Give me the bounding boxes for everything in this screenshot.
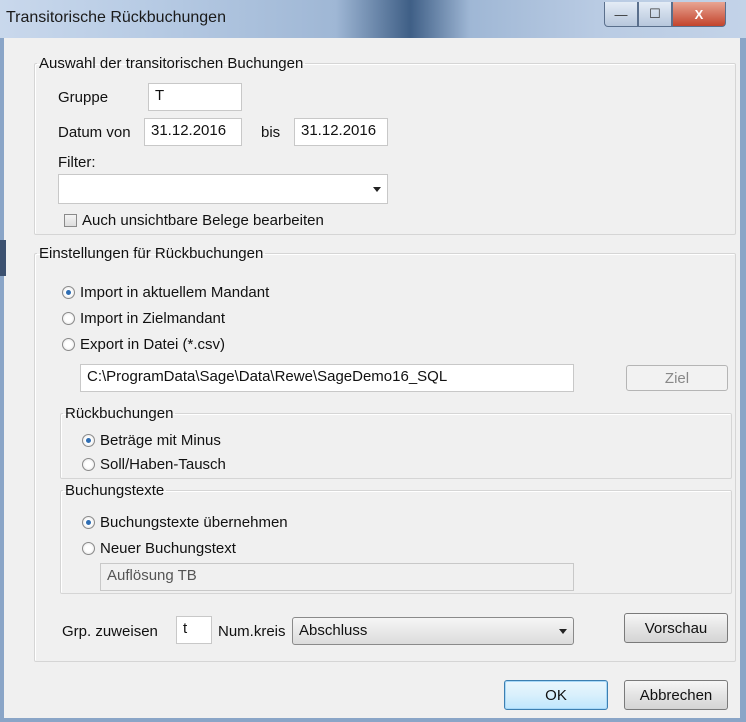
- radio-soll-haben-tausch[interactable]: Soll/Haben-Tausch: [82, 456, 226, 473]
- radio-export-datei[interactable]: Export in Datei (*.csv): [62, 336, 225, 353]
- datum-bis-input[interactable]: 31.12.2016: [294, 118, 388, 146]
- radio-neuer-buchungstext[interactable]: Neuer Buchungstext: [82, 540, 236, 557]
- bis-label: bis: [261, 124, 281, 141]
- unsichtbar-label: Auch unsichtbare Belege bearbeiten: [82, 212, 324, 229]
- filter-label: Filter:: [58, 154, 96, 171]
- datum-von-label: Datum von: [58, 124, 131, 141]
- radio-import-ziel[interactable]: Import in Zielmandant: [62, 310, 225, 327]
- radio-icon[interactable]: [62, 312, 75, 325]
- numkreis-label: Num.kreis: [218, 623, 286, 640]
- rueckbuchungen-legend: Rückbuchungen: [65, 405, 174, 422]
- export-path-input[interactable]: C:\ProgramData\Sage\Data\Rewe\SageDemo16…: [80, 364, 574, 392]
- radio-icon[interactable]: [82, 434, 95, 447]
- dialog-window: Transitorische Rückbuchungen — ☐ X Auswa…: [0, 0, 746, 722]
- radio-import-aktuell[interactable]: Import in aktuellem Mandant: [62, 284, 269, 301]
- radio-label: Buchungstexte übernehmen: [100, 514, 288, 531]
- radio-label: Beträge mit Minus: [100, 432, 221, 449]
- chevron-down-icon: [559, 629, 567, 634]
- window-edge-highlight: [0, 240, 6, 276]
- minimize-button[interactable]: —: [604, 2, 638, 27]
- radio-label: Export in Datei (*.csv): [80, 336, 226, 353]
- einstellungen-legend: Einstellungen für Rückbuchungen: [39, 245, 264, 262]
- window-title: Transitorische Rückbuchungen: [6, 9, 226, 26]
- buchungstexte-legend: Buchungstexte: [65, 482, 165, 499]
- vorschau-button[interactable]: Vorschau: [624, 613, 728, 643]
- gruppe-input[interactable]: T: [148, 83, 242, 111]
- numkreis-dropdown[interactable]: Abschluss: [292, 617, 574, 645]
- radio-label: Import in aktuellem Mandant: [80, 284, 270, 301]
- chevron-down-icon: [373, 187, 381, 192]
- grp-zuweisen-label: Grp. zuweisen: [62, 623, 158, 640]
- radio-label: Soll/Haben-Tausch: [100, 456, 226, 473]
- filter-dropdown[interactable]: [58, 174, 388, 204]
- gruppe-label: Gruppe: [58, 89, 109, 106]
- radio-buchungstexte-uebernehmen[interactable]: Buchungstexte übernehmen: [82, 514, 288, 531]
- close-button[interactable]: X: [672, 2, 726, 27]
- buchungstext-input[interactable]: Auflösung TB: [100, 563, 574, 591]
- title-bar[interactable]: Transitorische Rückbuchungen — ☐ X: [0, 0, 746, 38]
- radio-icon[interactable]: [82, 516, 95, 529]
- numkreis-value: Abschluss: [299, 622, 368, 639]
- cancel-button[interactable]: Abbrechen: [624, 680, 728, 710]
- ok-button[interactable]: OK: [504, 680, 608, 710]
- radio-icon[interactable]: [62, 286, 75, 299]
- close-icon: X: [694, 6, 704, 22]
- maximize-icon: ☐: [649, 6, 661, 21]
- ziel-button[interactable]: Ziel: [626, 365, 728, 391]
- maximize-button[interactable]: ☐: [638, 2, 672, 27]
- radio-label: Import in Zielmandant: [80, 310, 226, 327]
- auswahl-legend: Auswahl der transitorischen Buchungen: [39, 55, 304, 72]
- radio-betraege-minus[interactable]: Beträge mit Minus: [82, 432, 221, 449]
- radio-label: Neuer Buchungstext: [100, 540, 236, 557]
- datum-von-input[interactable]: 31.12.2016: [144, 118, 242, 146]
- unsichtbar-checkbox[interactable]: Auch unsichtbare Belege bearbeiten: [64, 212, 324, 229]
- radio-icon[interactable]: [82, 458, 95, 471]
- radio-icon[interactable]: [82, 542, 95, 555]
- checkbox-box[interactable]: [64, 214, 77, 227]
- radio-icon[interactable]: [62, 338, 75, 351]
- window-controls: — ☐ X: [604, 2, 726, 27]
- grp-zuweisen-input[interactable]: t: [176, 616, 212, 644]
- minimize-icon: —: [614, 6, 628, 22]
